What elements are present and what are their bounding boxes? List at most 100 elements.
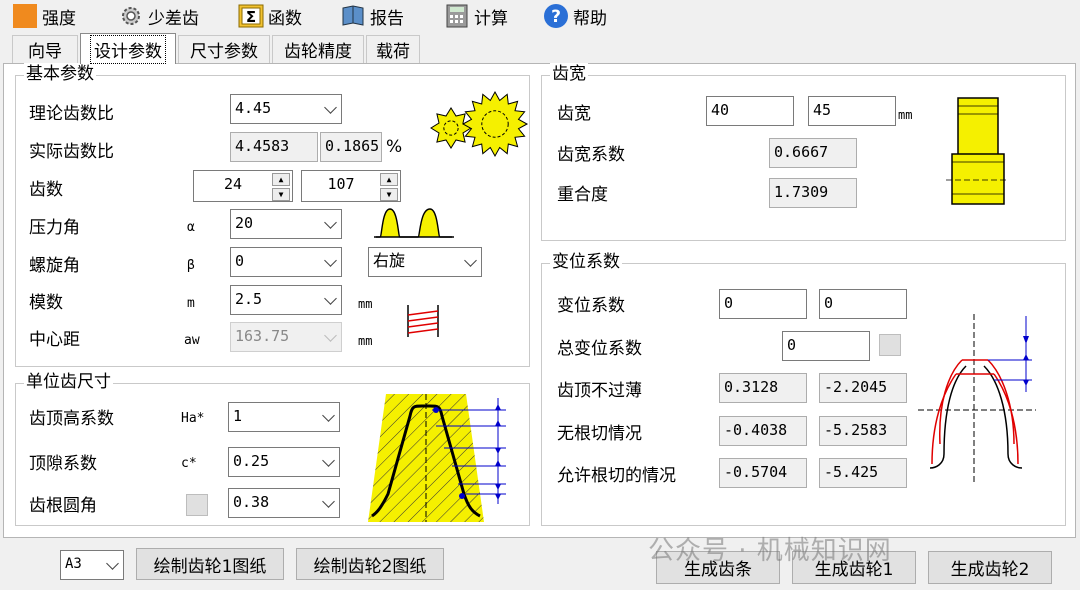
pressure-angle-label: 压力角 [29,218,80,238]
toolbar-help-button[interactable]: ? 帮助 [543,3,607,29]
calculator-icon [444,4,470,28]
tooth-profile-icon [374,208,454,238]
root-fillet-label: 齿根圆角 [29,496,97,516]
actual-ratio-label: 实际齿数比 [29,142,114,162]
helix-hand-select[interactable]: 右旋 [368,247,482,277]
tab-gear-accuracy[interactable]: 齿轮精度 [272,35,364,63]
tip-thickness-v2-field: -2.2045 [819,373,907,403]
stepper-down-icon[interactable]: ▼ [380,188,398,201]
toolbar-report-button[interactable]: 报告 [340,3,404,29]
center-distance-select[interactable]: 163.75 [230,322,342,352]
overlap-field: 1.7309 [769,178,857,208]
stepper-arrows[interactable]: ▲ ▼ [272,173,290,201]
gear-pair-icon [430,90,529,158]
pressure-angle-select[interactable]: 20 [230,209,342,239]
beta-symbol: β [187,258,195,273]
helix-angle-label: 螺旋角 [29,256,80,276]
svg-text:?: ? [551,7,561,27]
allow-undercut-label: 允许根切的情况 [557,466,676,486]
ha-symbol: Ha* [181,411,205,426]
root-fillet-checkbox[interactable] [186,494,208,516]
unit-tooth-group: 单位齿尺寸 齿顶高系数 Ha* 1 顶隙系数 c* 0.25 齿根圆角 0.38 [15,371,530,526]
face-width-coef-label: 齿宽系数 [557,145,625,165]
stepper-up-icon[interactable]: ▲ [380,173,398,186]
chevron-down-icon [106,557,119,570]
draw-gear1-button[interactable]: 绘制齿轮1图纸 [136,548,284,580]
toolbar-small-diff-button[interactable]: 少差齿 [118,3,199,29]
sigma-icon: Σ [238,4,264,28]
total-shift-field[interactable]: 0 [782,331,870,361]
draw-gear2-button[interactable]: 绘制齿轮2图纸 [296,548,444,580]
teeth-z1-stepper[interactable]: 24 ▲ ▼ [193,170,293,202]
m-symbol: m [187,296,195,311]
chevron-down-icon [324,254,337,267]
percent-unit: % [386,137,403,157]
total-shift-checkbox[interactable] [879,334,901,356]
actual-ratio-field: 4.4583 [230,132,318,162]
basic-params-group: 基本参数 理论齿数比 4.45 实际齿数比 4.4583 0.1865 % 齿数… [15,63,530,367]
ratio-deviation-field: 0.1865 [320,132,382,162]
chevron-down-icon [324,101,337,114]
tab-wizard[interactable]: 向导 [12,35,78,63]
face-width-label: 齿宽 [557,104,591,124]
chevron-down-icon [324,292,337,305]
no-undercut-label: 无根切情况 [557,424,642,444]
generate-gear2-button[interactable]: 生成齿轮2 [928,551,1052,584]
center-distance-label: 中心距 [29,330,80,350]
root-fillet-select[interactable]: 0.38 [228,488,340,518]
chevron-down-icon [324,329,337,342]
watermark-text: 公众号 · 机械知识网 [648,536,892,566]
tip-thickness-label: 齿顶不过薄 [557,381,642,401]
addendum-label: 齿顶高系数 [29,409,114,429]
help-icon: ? [543,4,569,28]
svg-text:Σ: Σ [246,8,256,26]
toolbar-function-button[interactable]: Σ 函数 [238,3,302,29]
mm-unit: mm [898,108,913,122]
gear-shape [461,90,529,158]
module-select[interactable]: 2.5 [230,285,342,315]
c-symbol: c* [181,456,197,471]
alpha-symbol: α [187,220,195,235]
theoretical-ratio-select[interactable]: 4.45 [230,94,342,124]
toolbar-strength-button[interactable]: 强度 [12,3,76,29]
total-shift-label: 总变位系数 [557,339,642,359]
module-label: 模数 [29,293,63,313]
face-width-b1-field[interactable]: 40 [706,96,794,126]
face-width-coef-field: 0.6667 [769,138,857,168]
shift-x2-field[interactable]: 0 [819,289,907,319]
chevron-down-icon [322,495,335,508]
mm-unit: mm [358,334,373,348]
theoretical-ratio-label: 理论齿数比 [29,104,114,124]
shift-x1-field[interactable]: 0 [719,289,807,319]
teeth-z2-stepper[interactable]: 107 ▲ ▼ [301,170,401,202]
overlap-label: 重合度 [557,185,608,205]
chevron-down-icon [322,454,335,467]
book-icon [340,4,366,28]
aw-symbol: aw [184,333,200,348]
gear-shape [430,107,472,149]
tab-design-params[interactable]: 设计参数 [80,33,176,64]
chevron-down-icon [324,216,337,229]
paper-size-select[interactable]: A3 [60,550,124,580]
tab-size-params[interactable]: 尺寸参数 [178,35,270,63]
clearance-select[interactable]: 0.25 [228,447,340,477]
mm-unit: mm [358,297,373,311]
helix-angle-select[interactable]: 0 [230,247,342,277]
group-title: 齿宽 [550,63,588,85]
face-width-b2-field[interactable]: 45 [808,96,896,126]
orange-square-icon [12,4,38,28]
clearance-label: 顶隙系数 [29,454,97,474]
group-title: 基本参数 [24,63,96,85]
stepper-down-icon[interactable]: ▼ [272,188,290,201]
allow-undercut-v2-field: -5.425 [819,458,907,488]
tab-load[interactable]: 载荷 [366,35,420,63]
chevron-down-icon [322,409,335,422]
gear-icon [118,4,144,28]
group-title: 变位系数 [550,251,622,273]
stepper-arrows[interactable]: ▲ ▼ [380,173,398,201]
allow-undercut-v1-field: -0.5704 [719,458,807,488]
face-width-group: 齿宽 齿宽 40 45 mm 齿宽系数 0.6667 重合度 1.7309 [541,63,1066,241]
stepper-up-icon[interactable]: ▲ [272,173,290,186]
toolbar-calculate-button[interactable]: 计算 [444,3,508,29]
addendum-select[interactable]: 1 [228,402,340,432]
